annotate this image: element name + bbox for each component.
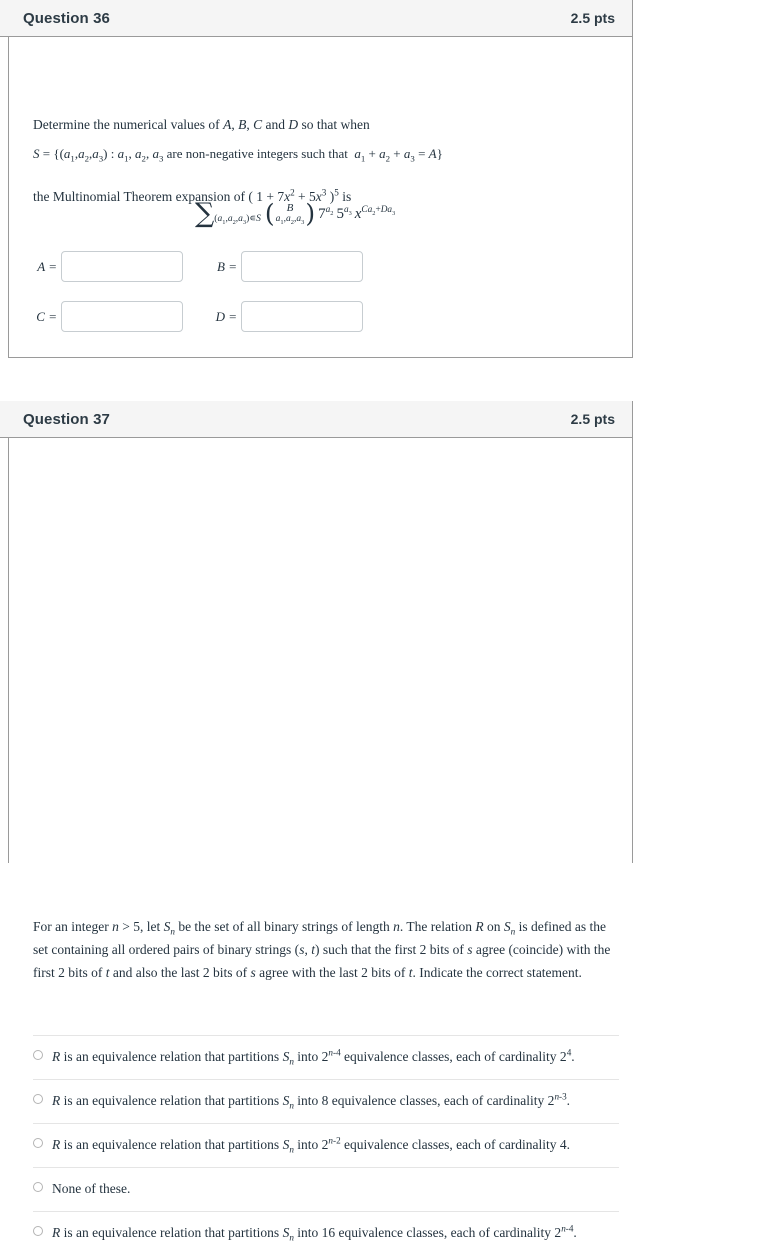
formula-term-x: xCa2+Da3 [354, 204, 396, 222]
answer-input-a[interactable] [61, 251, 183, 282]
radio-button-icon[interactable] [33, 1225, 43, 1236]
question-36-prompt-line-1: Determine the numerical values of A, B, … [33, 117, 370, 132]
question-36-header: Question 36 2.5 pts [0, 0, 633, 37]
question-37-title: Question 37 [23, 410, 110, 428]
question-card-37: Question 37 2.5 pts For an integer n > 5… [0, 401, 633, 1242]
option-row[interactable]: R is an equivalence relation that partit… [33, 1078, 619, 1123]
option-row[interactable]: R is an equivalence relation that partit… [33, 1122, 619, 1167]
binom-bottom: a1,a2,a3 [275, 213, 305, 226]
summation-sigma-icon: ∑ [195, 198, 215, 229]
radio-button-icon[interactable] [33, 1181, 43, 1192]
option-row[interactable]: R is an equivalence relation that partit… [33, 1210, 619, 1255]
radio-button-icon[interactable] [33, 1093, 43, 1104]
answer-input-c[interactable] [61, 301, 183, 332]
answer-row-2: C = D = [9, 301, 363, 332]
summation-subscript: (a1,a2,a3)∊S [214, 213, 261, 226]
question-36-formula: ∑ (a1,a2,a3)∊S ( B a1,a2,a3 ) 7a2 5a3 xC… [195, 198, 396, 229]
left-paren-icon: ( [264, 199, 275, 229]
radio-button-icon[interactable] [33, 1137, 43, 1148]
answer-label-b: B = [217, 258, 237, 274]
option-label: R is an equivalence relation that partit… [52, 1047, 575, 1067]
answer-label-c: C = [36, 308, 57, 324]
option-label: R is an equivalence relation that partit… [52, 1135, 571, 1155]
question-37-options: R is an equivalence relation that partit… [33, 1035, 619, 1255]
option-label: R is an equivalence relation that partit… [52, 1091, 571, 1111]
answer-row-1: A = B = [9, 251, 363, 282]
question-36-points: 2.5 pts [570, 10, 615, 26]
answer-label-a: A = [37, 258, 57, 274]
question-37-header: Question 37 2.5 pts [0, 401, 633, 438]
answer-input-d[interactable] [241, 301, 363, 332]
answer-label-d: D = [215, 308, 237, 324]
multinomial-coefficient: ( B a1,a2,a3 ) [264, 199, 316, 229]
question-36-body: Determine the numerical values of A, B, … [8, 37, 633, 358]
quiz-page: Question 36 2.5 pts Determine the numeri… [0, 0, 758, 1242]
answer-input-b[interactable] [241, 251, 363, 282]
formula-term-5: 5a3 [336, 204, 352, 222]
question-36-prompt-line-2: S = {(a1,a2,a3) : a1, a2, a3 are non-neg… [33, 146, 443, 164]
question-36-title: Question 36 [23, 9, 110, 27]
option-row[interactable]: None of these. [33, 1166, 619, 1211]
radio-button-icon[interactable] [33, 1050, 43, 1060]
option-label: None of these. [52, 1180, 131, 1196]
right-paren-icon: ) [305, 199, 316, 229]
formula-term-7: 7a2 [318, 204, 334, 222]
question-37-points: 2.5 pts [570, 411, 615, 427]
question-37-body: For an integer n > 5, let Sn be the set … [8, 438, 633, 1242]
question-card-36: Question 36 2.5 pts Determine the numeri… [0, 0, 633, 358]
option-label: R is an equivalence relation that partit… [52, 1223, 577, 1243]
option-row[interactable]: R is an equivalence relation that partit… [33, 1035, 619, 1079]
question-37-prompt: For an integer n > 5, let Sn be the set … [33, 919, 611, 981]
